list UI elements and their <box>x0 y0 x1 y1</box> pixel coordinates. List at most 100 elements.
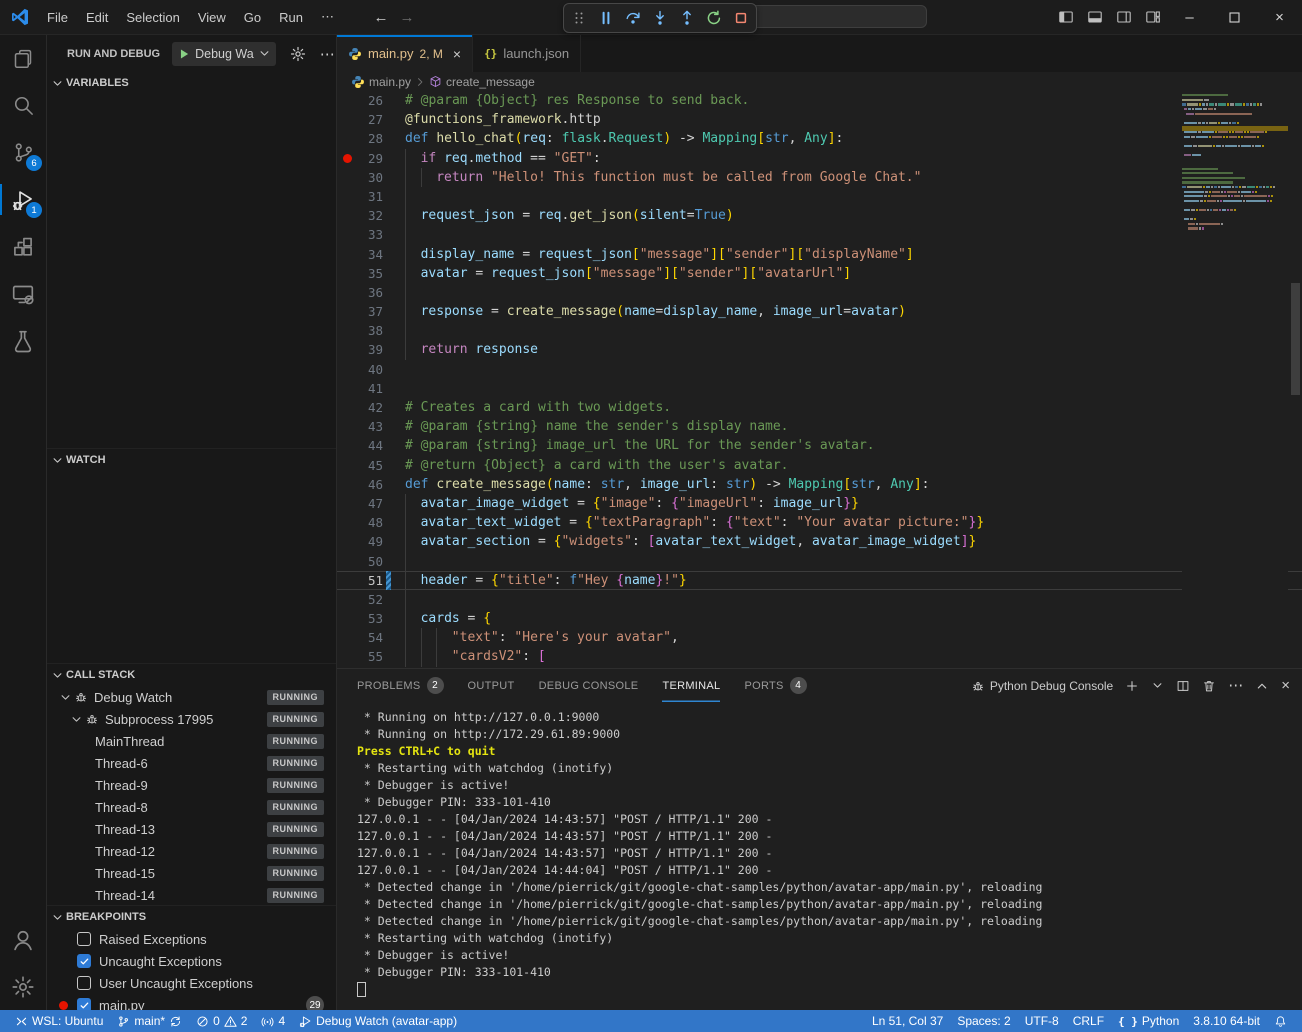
call-stack-item[interactable]: Thread-6RUNNING <box>47 752 336 774</box>
code-line[interactable]: 30return "Hello! This function must be c… <box>337 168 1302 187</box>
watch-section-header[interactable]: WATCH <box>47 448 336 471</box>
breakpoint-checkbox[interactable] <box>77 932 91 946</box>
menu-item-run[interactable]: Run <box>270 10 312 25</box>
variables-body[interactable] <box>47 94 336 448</box>
status-language-mode[interactable]: { }Python <box>1111 1010 1186 1032</box>
breakpoint-item[interactable]: Uncaught Exceptions <box>47 950 336 972</box>
call-stack-item[interactable]: Debug WatchRUNNING <box>47 686 336 708</box>
panel-tab-output[interactable]: OUTPUT <box>468 669 515 702</box>
code-editor[interactable]: 26# @param {Object} res Response to send… <box>337 91 1302 668</box>
call-stack-item[interactable]: Thread-12RUNNING <box>47 840 336 862</box>
menu-item-view[interactable]: View <box>189 10 235 25</box>
more-actions-button[interactable]: ⋯ <box>1228 678 1243 693</box>
breakpoint-gutter[interactable] <box>337 225 357 244</box>
code-line[interactable]: 27@functions_framework.http <box>337 110 1302 129</box>
breakpoint-item[interactable]: User Uncaught Exceptions <box>47 972 336 994</box>
breakpoint-gutter[interactable] <box>337 609 357 628</box>
code-line[interactable]: 38 <box>337 321 1302 340</box>
breakpoint-gutter[interactable] <box>337 379 357 398</box>
code-line[interactable]: 44# @param {string} image_url the URL fo… <box>337 436 1302 455</box>
minimize-button[interactable]: – <box>1167 0 1212 35</box>
tab-launch-json[interactable]: {}launch.json <box>473 35 581 72</box>
breakpoint-gutter[interactable] <box>337 110 357 129</box>
step-over-button[interactable] <box>625 10 641 26</box>
breakpoint-gutter[interactable] <box>337 475 357 494</box>
code-line[interactable]: 45# @return {Object} a card with the use… <box>337 456 1302 475</box>
toggle-secondary-sidebar-icon[interactable] <box>1109 0 1138 35</box>
call-stack-item[interactable]: Thread-8RUNNING <box>47 796 336 818</box>
status-debug-session[interactable]: Debug Watch (avatar-app) <box>292 1010 464 1032</box>
code-line[interactable]: 52 <box>337 590 1302 609</box>
close-window-button[interactable]: × <box>1257 0 1302 35</box>
status-remote-indicator[interactable]: WSL: Ubuntu <box>8 1010 110 1032</box>
menu-item-selection[interactable]: Selection <box>117 10 188 25</box>
code-line[interactable]: 55"cardsV2": [ <box>337 647 1302 666</box>
toggle-sidebar-icon[interactable] <box>1051 0 1080 35</box>
variables-section-header[interactable]: VARIABLES <box>47 72 336 94</box>
close-tab-icon[interactable]: × <box>453 46 461 62</box>
watch-body[interactable] <box>47 471 336 663</box>
go-forward-button[interactable]: → <box>395 9 419 26</box>
code-line[interactable]: 42# Creates a card with two widgets. <box>337 398 1302 417</box>
code-line[interactable]: 34display_name = request_json["message"]… <box>337 245 1302 264</box>
panel-tab-debug-console[interactable]: DEBUG CONSOLE <box>539 669 639 702</box>
new-terminal-button[interactable] <box>1125 679 1139 693</box>
breakpoint-gutter[interactable] <box>337 571 357 590</box>
breakpoint-gutter[interactable] <box>337 340 357 359</box>
breakpoint-gutter[interactable] <box>337 552 357 571</box>
activity-remote-explorer[interactable] <box>0 270 46 317</box>
code-line[interactable]: 51header = {"title": f"Hey {name}!"} <box>337 571 1302 590</box>
breakpoint-gutter[interactable] <box>337 513 357 532</box>
maximize-button[interactable] <box>1212 0 1257 35</box>
split-terminal-button[interactable] <box>1176 679 1190 693</box>
editor-scrollbar[interactable] <box>1291 283 1300 395</box>
status-python-interpreter[interactable]: 3.8.10 64-bit <box>1186 1010 1267 1032</box>
debug-settings-gear-icon[interactable] <box>290 46 306 62</box>
breakpoint-gutter[interactable] <box>337 494 357 513</box>
code-line[interactable]: 35avatar = request_json["message"]["send… <box>337 264 1302 283</box>
code-line[interactable]: 32request_json = req.get_json(silent=Tru… <box>337 206 1302 225</box>
call-stack-section-header[interactable]: CALL STACK <box>47 663 336 686</box>
call-stack-item[interactable]: Thread-9RUNNING <box>47 774 336 796</box>
code-line[interactable]: 28def hello_chat(req: flask.Request) -> … <box>337 129 1302 148</box>
call-stack-item[interactable]: Thread-13RUNNING <box>47 818 336 840</box>
breakpoint-gutter[interactable] <box>337 302 357 321</box>
kill-terminal-button[interactable] <box>1202 679 1216 693</box>
step-out-button[interactable] <box>679 10 695 26</box>
code-line[interactable]: 46def create_message(name: str, image_ur… <box>337 475 1302 494</box>
code-line[interactable]: 54"text": "Here's your avatar", <box>337 628 1302 647</box>
menu-item-file[interactable]: File <box>38 10 77 25</box>
code-line[interactable]: 36 <box>337 283 1302 302</box>
activity-run-and-debug[interactable]: 1 <box>0 176 46 223</box>
terminal-dropdown-button[interactable] <box>1151 679 1164 692</box>
status-cursor-position[interactable]: Ln 51, Col 37 <box>865 1010 950 1032</box>
breakpoint-gutter[interactable] <box>337 149 357 168</box>
breakpoint-checkbox[interactable] <box>77 998 91 1010</box>
activity-source-control[interactable]: 6 <box>0 129 46 176</box>
code-line[interactable]: 41 <box>337 379 1302 398</box>
menu-item-edit[interactable]: Edit <box>77 10 117 25</box>
go-back-button[interactable]: ← <box>369 9 393 26</box>
step-into-button[interactable] <box>652 10 668 26</box>
status-indentation[interactable]: Spaces: 2 <box>950 1010 1017 1032</box>
panel-tab-ports[interactable]: PORTS4 <box>744 669 806 702</box>
activity-manage[interactable] <box>0 963 46 1010</box>
pause-button[interactable] <box>598 10 614 26</box>
code-line[interactable]: 47avatar_image_widget = {"image": {"imag… <box>337 494 1302 513</box>
breakpoint-gutter[interactable] <box>337 129 357 148</box>
code-line[interactable]: 53cards = { <box>337 609 1302 628</box>
status-eol-sequence[interactable]: CRLF <box>1066 1010 1111 1032</box>
call-stack-item[interactable]: Subprocess 17995RUNNING <box>47 708 336 730</box>
debug-config-dropdown[interactable]: Debug Wa <box>172 42 276 66</box>
breakpoint-item[interactable]: Raised Exceptions <box>47 928 336 950</box>
panel-tab-terminal[interactable]: TERMINAL <box>662 669 720 702</box>
restart-button[interactable] <box>706 10 722 26</box>
breadcrumb-item[interactable]: create_message <box>429 75 535 89</box>
status-problems-status[interactable]: 02 <box>189 1010 254 1032</box>
code-line[interactable]: 49avatar_section = {"widgets": [avatar_t… <box>337 532 1302 551</box>
drag-grip[interactable] <box>571 10 587 26</box>
breakpoint-checkbox[interactable] <box>77 954 91 968</box>
status-encoding[interactable]: UTF-8 <box>1018 1010 1066 1032</box>
activity-explorer[interactable] <box>0 35 46 82</box>
breakpoint-gutter[interactable] <box>337 628 357 647</box>
